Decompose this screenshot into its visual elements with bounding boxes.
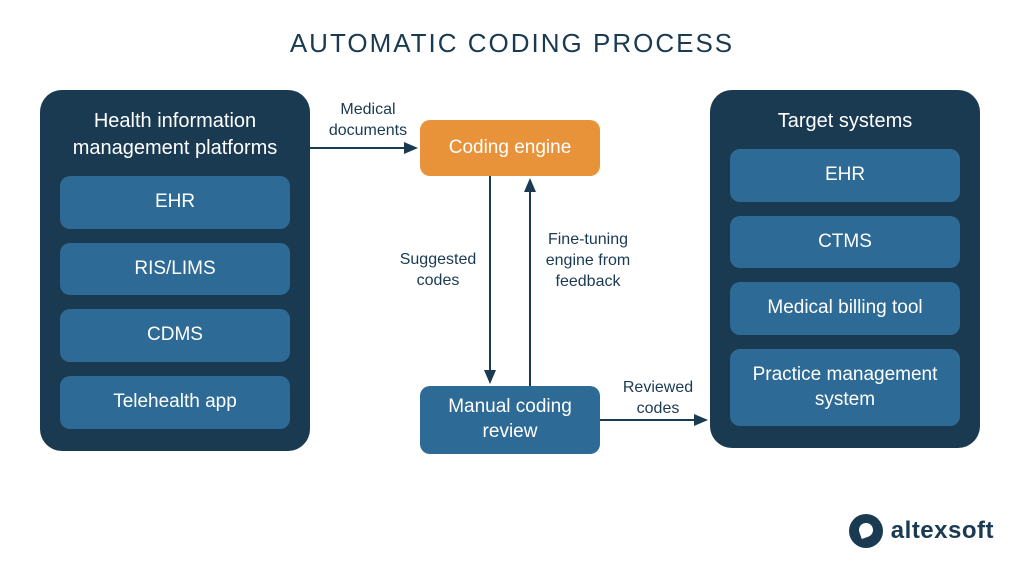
edge-label-finetune: Fine-tuning engine from feedback [528,230,648,292]
left-panel-item: Telehealth app [60,376,290,429]
left-panel-item: RIS/LIMS [60,243,290,296]
diagram-title: AUTOMATIC CODING PROCESS [0,0,1024,59]
right-panel-item: Practice management system [730,349,960,426]
edge-label-suggested-codes: Suggested codes [388,250,488,292]
right-panel-item: EHR [730,149,960,202]
left-panel-item: CDMS [60,309,290,362]
right-panel: Target systems EHR CTMS Medical billing … [710,90,980,448]
left-panel: Health information management platforms … [40,90,310,451]
right-panel-item: Medical billing tool [730,282,960,335]
diagram-canvas: AUTOMATIC CODING PROCESS Health informat… [0,0,1024,566]
left-panel-title: Health information management platforms [60,108,290,162]
manual-review-label: Manual coding review [428,395,592,444]
edge-label-medical-documents: Medical documents [318,100,418,142]
left-panel-item: EHR [60,176,290,229]
coding-engine-label: Coding engine [449,136,572,161]
coding-engine-node: Coding engine [420,120,600,176]
right-panel-title: Target systems [730,108,960,135]
brand-logo-icon [849,514,883,548]
brand-logo-text: altexsoft [891,517,994,545]
edge-label-reviewed-codes: Reviewed codes [608,378,708,420]
manual-review-node: Manual coding review [420,386,600,454]
right-panel-item: CTMS [730,216,960,269]
brand-logo: altexsoft [849,514,994,548]
